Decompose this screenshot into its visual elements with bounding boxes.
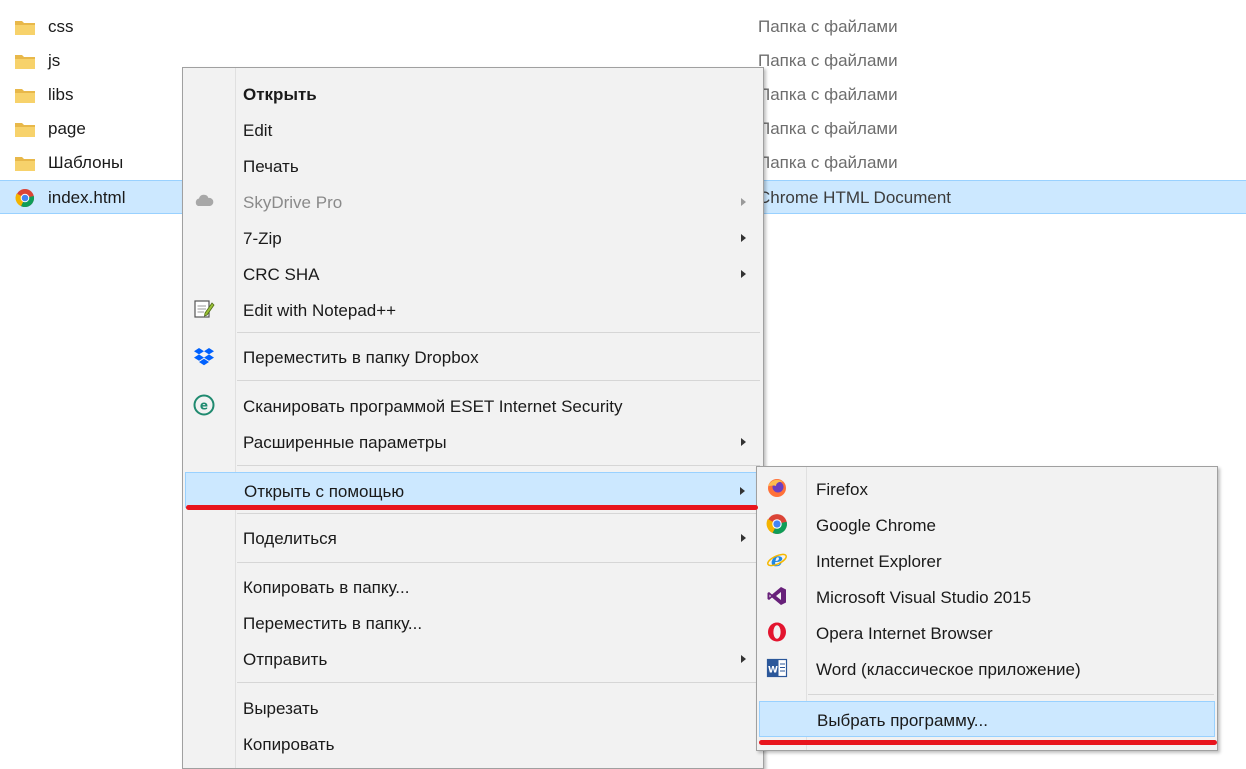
menu-separator <box>237 562 760 563</box>
menu-item-label: Открыть с помощью <box>244 482 405 501</box>
menu-item-label: SkyDrive Pro <box>243 193 343 212</box>
menu-item-open[interactable]: Открыть <box>185 76 761 112</box>
submenu-item-choose-program[interactable]: Выбрать программу... <box>759 701 1215 737</box>
file-type: Папка с файлами <box>758 85 898 104</box>
annotation-underline-choose-program <box>759 740 1217 745</box>
file-name: libs <box>48 85 74 104</box>
submenu-item-label: Выбрать программу... <box>817 711 988 730</box>
menu-item-7zip[interactable]: 7-Zip <box>185 220 761 256</box>
dropbox-icon <box>194 348 214 366</box>
submenu-item-internet-explorer[interactable]: e Internet Explorer <box>759 543 1215 579</box>
menu-item-notepad-plus-plus[interactable]: Edit with Notepad++ <box>185 292 761 328</box>
file-name: index.html <box>48 188 126 207</box>
menu-item-cut[interactable]: Вырезать <box>185 690 761 726</box>
file-name: page <box>48 119 86 138</box>
menu-item-label: CRC SHA <box>243 265 320 284</box>
menu-item-label: Поделиться <box>243 529 337 548</box>
menu-item-label: Расширенные параметры <box>243 433 447 452</box>
menu-item-label: Вырезать <box>243 699 319 718</box>
menu-item-move-to-folder[interactable]: Переместить в папку... <box>185 605 761 641</box>
file-type: Папка с файлами <box>758 153 898 172</box>
menu-item-label: Сканировать программой ESET Internet Sec… <box>243 397 623 416</box>
file-name: js <box>48 51 61 70</box>
submenu-item-firefox[interactable]: Firefox <box>759 471 1215 507</box>
submenu-item-google-chrome[interactable]: Google Chrome <box>759 507 1215 543</box>
menu-item-share[interactable]: Поделиться <box>185 520 761 556</box>
submenu-arrow-icon <box>741 438 746 446</box>
internet-explorer-icon: e <box>767 549 787 571</box>
svg-text:e: e <box>200 399 208 413</box>
open-with-submenu: Firefox Google Chrome e Internet Explore… <box>756 466 1218 751</box>
menu-item-label: Edit <box>243 121 273 140</box>
folder-icon <box>15 21 35 35</box>
chrome-icon <box>15 189 35 208</box>
cloud-icon <box>195 194 214 206</box>
menu-item-label: Отправить <box>243 650 328 669</box>
submenu-item-label: Opera Internet Browser <box>816 624 993 643</box>
folder-icon <box>15 55 35 69</box>
context-menu: Открыть Edit Печать SkyDrive Pro 7-Zip C… <box>182 67 764 769</box>
menu-item-print[interactable]: Печать <box>185 148 761 184</box>
menu-item-skydrive-pro[interactable]: SkyDrive Pro <box>185 184 761 220</box>
menu-item-copy[interactable]: Копировать <box>185 726 761 762</box>
file-row-css[interactable]: css Папка с файлами <box>0 10 1246 44</box>
menu-item-dropbox[interactable]: Переместить в папку Dropbox <box>185 339 761 375</box>
menu-item-open-with[interactable]: Открыть с помощью <box>185 472 761 508</box>
menu-item-eset-scan[interactable]: e Сканировать программой ESET Internet S… <box>185 388 761 424</box>
submenu-arrow-icon <box>741 198 746 206</box>
menu-separator <box>808 694 1214 695</box>
eset-icon: e <box>193 394 215 416</box>
annotation-underline-open-with <box>186 505 758 510</box>
submenu-arrow-icon <box>740 487 745 495</box>
menu-item-label: Печать <box>243 157 299 176</box>
menu-item-edit[interactable]: Edit <box>185 112 761 148</box>
submenu-item-label: Firefox <box>816 480 868 499</box>
menu-item-label: Переместить в папку... <box>243 614 423 633</box>
file-type: Chrome HTML Document <box>758 188 952 207</box>
folder-icon <box>15 157 35 171</box>
menu-separator <box>237 513 760 514</box>
submenu-item-visual-studio[interactable]: Microsoft Visual Studio 2015 <box>759 579 1215 615</box>
submenu-arrow-icon <box>741 270 746 278</box>
file-name: css <box>48 17 74 36</box>
menu-item-copy-to-folder[interactable]: Копировать в папку... <box>185 569 761 605</box>
chrome-icon <box>766 514 787 534</box>
submenu-item-label: Word (классическое приложение) <box>816 660 1081 679</box>
menu-item-label: Открыть <box>243 85 317 104</box>
visual-studio-icon <box>767 587 786 605</box>
file-type: Папка с файлами <box>758 119 898 138</box>
word-icon: W <box>766 658 788 678</box>
menu-separator <box>237 380 760 381</box>
file-name: Шаблоны <box>48 153 124 172</box>
submenu-arrow-icon <box>741 234 746 242</box>
submenu-arrow-icon <box>741 534 746 542</box>
opera-icon <box>768 622 786 642</box>
menu-item-advanced-options[interactable]: Расширенные параметры <box>185 424 761 460</box>
menu-item-label: Копировать <box>243 735 335 754</box>
folder-icon <box>15 123 35 137</box>
menu-item-crc-sha[interactable]: CRC SHA <box>185 256 761 292</box>
menu-item-label: Edit with Notepad++ <box>243 301 397 320</box>
menu-separator <box>237 465 760 466</box>
notepad-plus-plus-icon <box>194 300 215 318</box>
menu-item-send-to[interactable]: Отправить <box>185 641 761 677</box>
menu-separator <box>237 332 760 333</box>
submenu-arrow-icon <box>741 655 746 663</box>
submenu-item-word[interactable]: W Word (классическое приложение) <box>759 651 1215 687</box>
submenu-item-opera[interactable]: Opera Internet Browser <box>759 615 1215 651</box>
firefox-icon <box>768 479 786 497</box>
file-type: Папка с файлами <box>758 51 898 70</box>
menu-item-label: Копировать в папку... <box>243 578 410 597</box>
file-type: Папка с файлами <box>758 17 898 36</box>
submenu-item-label: Microsoft Visual Studio 2015 <box>816 588 1032 607</box>
menu-separator <box>237 682 760 683</box>
menu-item-label: Переместить в папку Dropbox <box>243 348 479 367</box>
submenu-item-label: Google Chrome <box>816 516 937 535</box>
svg-text:W: W <box>768 666 778 676</box>
menu-item-label: 7-Zip <box>243 229 282 248</box>
folder-icon <box>15 89 35 103</box>
submenu-item-label: Internet Explorer <box>816 552 942 571</box>
svg-text:e: e <box>771 549 783 571</box>
